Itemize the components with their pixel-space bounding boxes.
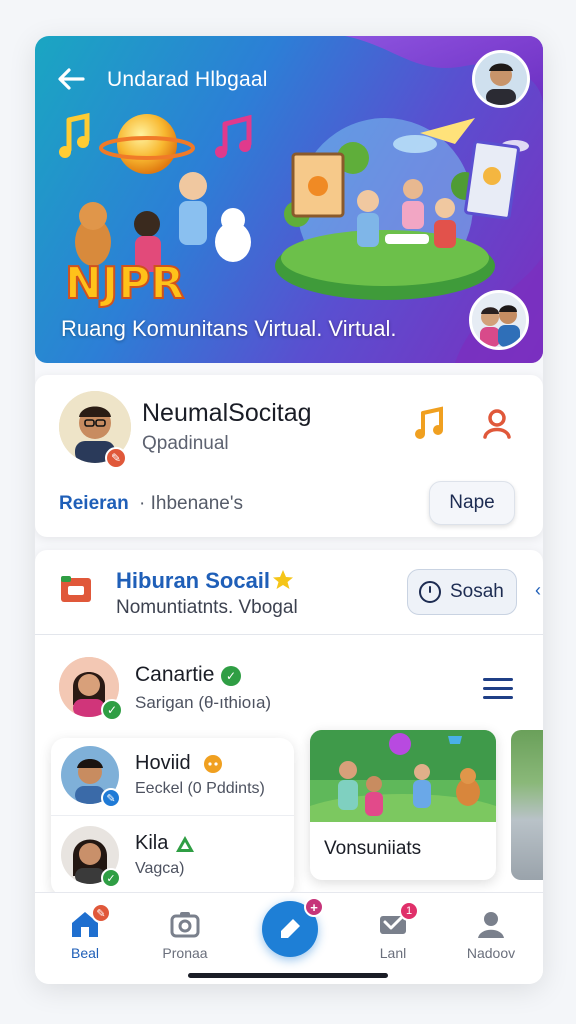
- media-tile-partial[interactable]: [511, 730, 543, 880]
- feed-title: Hiburan Socail: [116, 568, 271, 593]
- status-dot-icon: [204, 755, 222, 773]
- nav-label: Lanl: [379, 945, 407, 961]
- search-label: Sosah: [450, 581, 504, 602]
- contact-list: ✎ Hoviid Eeckel (0 Pddints) ✓ Kila Vagca…: [51, 738, 294, 896]
- profile-action-button[interactable]: Nape: [429, 481, 515, 525]
- profile-status-icon: ✎: [105, 447, 127, 469]
- profile-link-text: · Ihbenane's: [139, 493, 243, 514]
- search-button[interactable]: Sosah: [407, 569, 517, 615]
- featured-user-name: Canartie: [135, 663, 215, 686]
- media-thumbnail: [310, 730, 496, 822]
- star-icon: [273, 570, 293, 589]
- bottom-nav: ✎ Beal Pronaa + 1 Lanl Nadoov: [35, 892, 543, 984]
- hero-title: Undarad Hlbgaal: [107, 68, 268, 91]
- list-item[interactable]: ✎ Hoviid Eeckel (0 Pddints): [51, 738, 294, 816]
- media-label: Vonsuniiats: [324, 838, 422, 859]
- hero-caption: Ruang Komunitans Virtual. Virtual.: [61, 316, 397, 341]
- nav-item-home[interactable]: ✎ Beal: [45, 903, 125, 961]
- hero-logo: NJPR: [65, 258, 184, 309]
- contact-name: Hoviid: [135, 752, 191, 774]
- list-item[interactable]: ✓ Kila Vagca): [51, 818, 294, 896]
- nav-item-inbox[interactable]: 1 Lanl: [353, 901, 433, 961]
- check-icon: ✓: [101, 699, 123, 721]
- compose-icon: [281, 919, 300, 938]
- compose-button[interactable]: +: [262, 897, 324, 957]
- notification-badge: ✎: [91, 903, 111, 923]
- nav-label: Nadoov: [466, 945, 516, 961]
- person-icon[interactable]: [481, 407, 513, 439]
- back-button[interactable]: [55, 64, 89, 94]
- nav-label: Beal: [70, 945, 100, 961]
- app-shell: NJPR Undarad Hlbgaal Ruang Komunitans Vi…: [35, 36, 543, 984]
- user-avatar-top[interactable]: [472, 50, 530, 108]
- nav-item-camera[interactable]: Pronaa: [145, 909, 225, 961]
- nav-item-profile[interactable]: Nadoov: [451, 909, 531, 961]
- info-icon: [419, 581, 441, 603]
- chevron-left-icon[interactable]: ‹: [535, 580, 541, 601]
- nav-label: Pronaa: [162, 945, 208, 961]
- edit-icon: ✎: [101, 788, 121, 808]
- check-icon: ✓: [101, 868, 121, 888]
- contact-subtitle: Eeckel (0 Pddints): [135, 780, 265, 797]
- feed-subtitle: Nomuntiatnts. Vbogal: [116, 597, 298, 618]
- group-avatar[interactable]: [469, 290, 529, 350]
- arrow-left-icon: [58, 68, 85, 90]
- plus-icon: +: [304, 897, 324, 917]
- triangle-icon: [176, 836, 194, 852]
- media-tile[interactable]: Vonsuniiats: [310, 730, 496, 880]
- camera-icon: [170, 912, 200, 938]
- profile-link[interactable]: Reieran: [59, 493, 129, 515]
- profile-icon: [478, 912, 504, 938]
- profile-card: ✎ NeumalSocitag Qpadinual Reieran · Ihbe…: [35, 375, 543, 537]
- avatar-portrait: [475, 53, 527, 105]
- verified-icon: ✓: [221, 666, 241, 686]
- divider: [35, 634, 543, 635]
- menu-icon[interactable]: [483, 678, 513, 700]
- hero-banner: NJPR Undarad Hlbgaal Ruang Komunitans Vi…: [35, 36, 543, 363]
- contact-name: Kila: [135, 832, 169, 854]
- folder-icon: [61, 576, 91, 602]
- contact-subtitle: Vagca): [135, 860, 185, 877]
- music-note-icon[interactable]: [413, 405, 447, 441]
- profile-name: NeumalSocitag: [142, 399, 312, 427]
- home-indicator: [188, 973, 388, 978]
- profile-subtitle: Qpadinual: [142, 433, 229, 454]
- group-portrait: [472, 293, 526, 347]
- featured-user-subtitle: Sarigan (θ-ıthioıa): [135, 693, 272, 712]
- notification-count: 1: [399, 901, 419, 921]
